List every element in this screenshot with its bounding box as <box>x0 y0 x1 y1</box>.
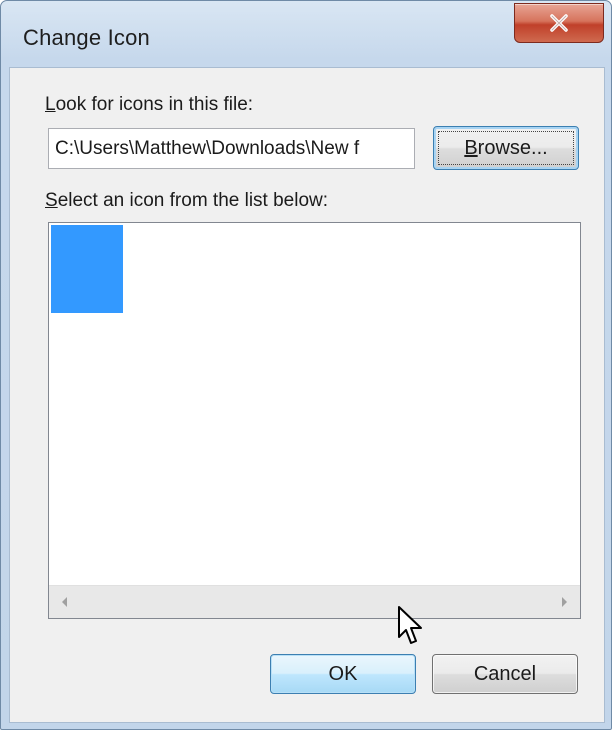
ok-button[interactable]: OK <box>270 654 416 694</box>
file-path-input[interactable]: C:\Users\Matthew\Downloads\New f <box>48 128 415 169</box>
ok-button-label: OK <box>328 662 358 685</box>
icon-list-item-selected[interactable] <box>51 225 123 313</box>
dialog-body: Look for icons in this file: C:\Users\Ma… <box>9 67 605 723</box>
cancel-button[interactable]: Cancel <box>432 654 578 694</box>
file-path-label: Look for icons in this file: <box>45 94 254 115</box>
close-icon <box>550 14 568 32</box>
browse-button[interactable]: Browse... <box>433 126 579 170</box>
scroll-right-arrow-icon[interactable] <box>556 594 572 610</box>
title-bar: Change Icon <box>1 1 611 67</box>
browse-button-label: Browse... <box>464 136 548 159</box>
icon-list[interactable] <box>48 222 581 619</box>
file-path-value: C:\Users\Matthew\Downloads\New f <box>55 137 360 159</box>
change-icon-dialog: Change Icon Look for icons in this file:… <box>0 0 612 730</box>
icon-list-label: Select an icon from the list below: <box>45 190 329 211</box>
cancel-button-label: Cancel <box>473 662 537 685</box>
close-button[interactable] <box>514 3 604 43</box>
scroll-left-arrow-icon[interactable] <box>57 594 73 610</box>
horizontal-scrollbar[interactable] <box>49 585 580 618</box>
window-title: Change Icon <box>23 25 150 50</box>
